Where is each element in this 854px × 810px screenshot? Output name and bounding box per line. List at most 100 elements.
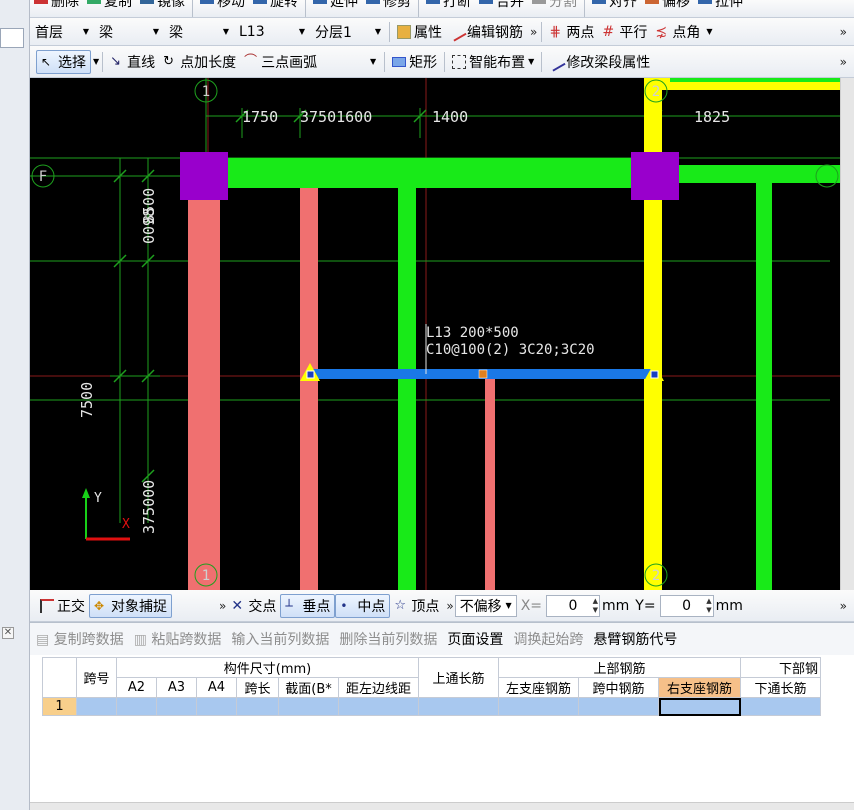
arc-mode-select[interactable]: ▼ <box>321 51 381 73</box>
mirror-button[interactable]: 镜像 <box>136 0 189 13</box>
midpoint-snap-button[interactable]: • 中点 <box>335 593 391 618</box>
close-icon[interactable]: ✕ <box>2 627 14 639</box>
spinner-icon[interactable]: ▲ ▼ <box>593 597 598 615</box>
beam-horizontal-top-right[interactable] <box>656 165 840 183</box>
rotate-button[interactable]: 旋转 <box>249 0 302 13</box>
paste-span-data-button[interactable]: ▥ 粘贴跨数据 <box>134 629 222 649</box>
beam-label-name: L13 200*500 <box>426 325 519 341</box>
vertex-snap-button[interactable]: ☆ 顶点 <box>390 594 443 618</box>
merge-button[interactable]: 合并 <box>475 0 528 13</box>
cell-span-length[interactable] <box>236 697 279 716</box>
more-icon[interactable]: » <box>216 599 227 613</box>
modify-span-button[interactable]: 修改梁段属性 <box>545 50 654 74</box>
chevron-down-icon[interactable]: ▼ <box>93 57 99 66</box>
point-angle-button[interactable]: ⋨ 点角 ▼ <box>651 20 716 44</box>
perpendicular-snap-button[interactable]: ┴ 垂点 <box>280 593 336 618</box>
beam-pink-left[interactable] <box>188 188 220 590</box>
type-select[interactable]: 梁 ▼ <box>164 21 234 43</box>
cantilever-rebar-code-button[interactable]: 悬臂钢筋代号 <box>593 629 677 649</box>
cell-left-support[interactable] <box>498 697 579 716</box>
category-select[interactable]: 梁 ▼ <box>94 21 164 43</box>
move-button[interactable]: 移动 <box>196 0 249 13</box>
y-label: Y= <box>635 597 656 614</box>
cell-a2[interactable] <box>116 697 157 716</box>
beam-vertical-mid[interactable] <box>398 188 416 590</box>
more-icon[interactable]: » <box>837 55 848 69</box>
cell-span-no[interactable] <box>76 697 117 716</box>
copy-span-data-button[interactable]: ▤ 复制跨数据 <box>36 629 124 649</box>
stretch-icon <box>698 0 712 4</box>
stretch-button[interactable]: 拉伸 <box>694 0 747 13</box>
select-button[interactable]: ↖ 选择 <box>36 49 91 74</box>
cell-section[interactable] <box>278 697 339 716</box>
delete-column-data-button[interactable]: 删除当前列数据 <box>339 629 437 649</box>
row-number[interactable]: 1 <box>42 697 77 716</box>
beam-pink-short[interactable] <box>485 376 495 590</box>
canvas-vertical-scrollbar[interactable] <box>840 78 854 590</box>
y-coordinate-input[interactable]: 0 ▲ ▼ <box>659 594 714 617</box>
cell-top-through[interactable] <box>418 697 499 716</box>
axis-x-label: X <box>122 517 130 532</box>
object-snap-button[interactable]: ✥ 对象捕捉 <box>89 593 172 618</box>
two-points-button[interactable]: ⋕ 两点 <box>545 20 598 44</box>
layer-select[interactable]: 分层1 ▼ <box>310 21 386 43</box>
column-right[interactable] <box>631 152 679 200</box>
point-angle-icon: ⋨ <box>655 23 668 40</box>
more-icon[interactable]: » <box>443 599 454 613</box>
split-button[interactable]: 分割 <box>528 0 581 13</box>
element-select[interactable]: L13 ▼ <box>234 21 310 43</box>
chevron-down-icon: ▼ <box>505 601 512 610</box>
break-button[interactable]: 打断 <box>422 0 475 13</box>
cell-mid-span[interactable] <box>578 697 659 716</box>
edit-rebar-button[interactable]: 编辑钢筋 <box>446 20 527 44</box>
table-row[interactable]: 1 <box>42 697 821 716</box>
left-panel-tab[interactable] <box>0 28 24 48</box>
chevron-down-icon: ▼ <box>370 57 377 66</box>
more-icon[interactable]: » <box>837 599 848 613</box>
more-icon[interactable]: » <box>527 25 538 39</box>
beam-pink-mid[interactable] <box>300 188 318 590</box>
extend-button[interactable]: 延伸 <box>309 0 362 13</box>
cell-right-support[interactable] <box>658 697 741 716</box>
chevron-down-icon: ▼ <box>374 27 381 36</box>
drawing-canvas[interactable]: 1 1 2 2 F 1750 37501600 1400 1825 8500 0… <box>30 78 840 590</box>
smart-layout-button[interactable]: 智能布置 ▼ <box>448 50 538 74</box>
copy-span-icon: ▤ <box>36 632 54 648</box>
grip-left-icon[interactable] <box>306 370 315 379</box>
page-setup-button[interactable]: 页面设置 <box>447 629 503 649</box>
intersection-snap-button[interactable]: ✕ 交点 <box>227 594 280 618</box>
align-button[interactable]: 对齐 <box>588 0 641 13</box>
more-icon[interactable]: » <box>837 25 848 39</box>
header-mid-span: 跨中钢筋 <box>578 677 659 698</box>
offset-mode-select[interactable]: 不偏移 ▼ <box>454 594 517 617</box>
cell-a4[interactable] <box>196 697 237 716</box>
cell-edge-dist[interactable] <box>338 697 419 716</box>
ortho-button[interactable]: 正交 <box>36 594 89 618</box>
line-button[interactable]: ↘ 直线 <box>106 50 159 74</box>
panel-horizontal-scrollbar[interactable] <box>30 802 854 810</box>
trim-button[interactable]: 修剪 <box>362 0 415 13</box>
offset-button[interactable]: 偏移 <box>641 0 694 13</box>
cell-a3[interactable] <box>156 697 197 716</box>
swap-start-span-button[interactable]: 调换起始跨 <box>513 629 583 649</box>
properties-button[interactable]: 属性 <box>393 20 446 44</box>
floor-select[interactable]: 首层 ▼ <box>30 21 94 43</box>
x-coordinate-input[interactable]: 0 ▲ ▼ <box>546 594 601 617</box>
cell-bottom-through[interactable] <box>740 697 821 716</box>
parallel-button[interactable]: # 平行 <box>598 20 651 44</box>
spinner-icon[interactable]: ▲ ▼ <box>706 597 711 615</box>
beam-vertical-right[interactable] <box>756 183 772 590</box>
cad-drawing[interactable]: 1 1 2 2 F 1750 37501600 1400 1825 8500 0… <box>30 78 840 590</box>
grip-right-icon[interactable] <box>650 370 659 379</box>
column-left[interactable] <box>180 152 228 200</box>
header-edge-dist: 距左边线距 <box>338 677 419 698</box>
beam-horizontal-top[interactable] <box>206 158 656 188</box>
properties-toolbar: 首层 ▼ 梁 ▼ 梁 ▼ L13 ▼ 分层1 ▼ 属性 编辑钢筋 » ⋕ 两点 # 平行 ⋨ 点… <box>30 18 854 46</box>
copy-button[interactable]: 复制 <box>83 0 136 13</box>
point-length-button[interactable]: ↻ 点加长度 <box>159 50 240 74</box>
delete-button[interactable]: 删除 <box>30 0 83 13</box>
rectangle-button[interactable]: 矩形 <box>388 50 441 74</box>
input-column-data-button[interactable]: 输入当前列数据 <box>231 629 329 649</box>
three-point-arc-button[interactable]: ⌒ 三点画弧 <box>240 50 321 74</box>
midpoint-grip-icon[interactable] <box>478 369 488 379</box>
